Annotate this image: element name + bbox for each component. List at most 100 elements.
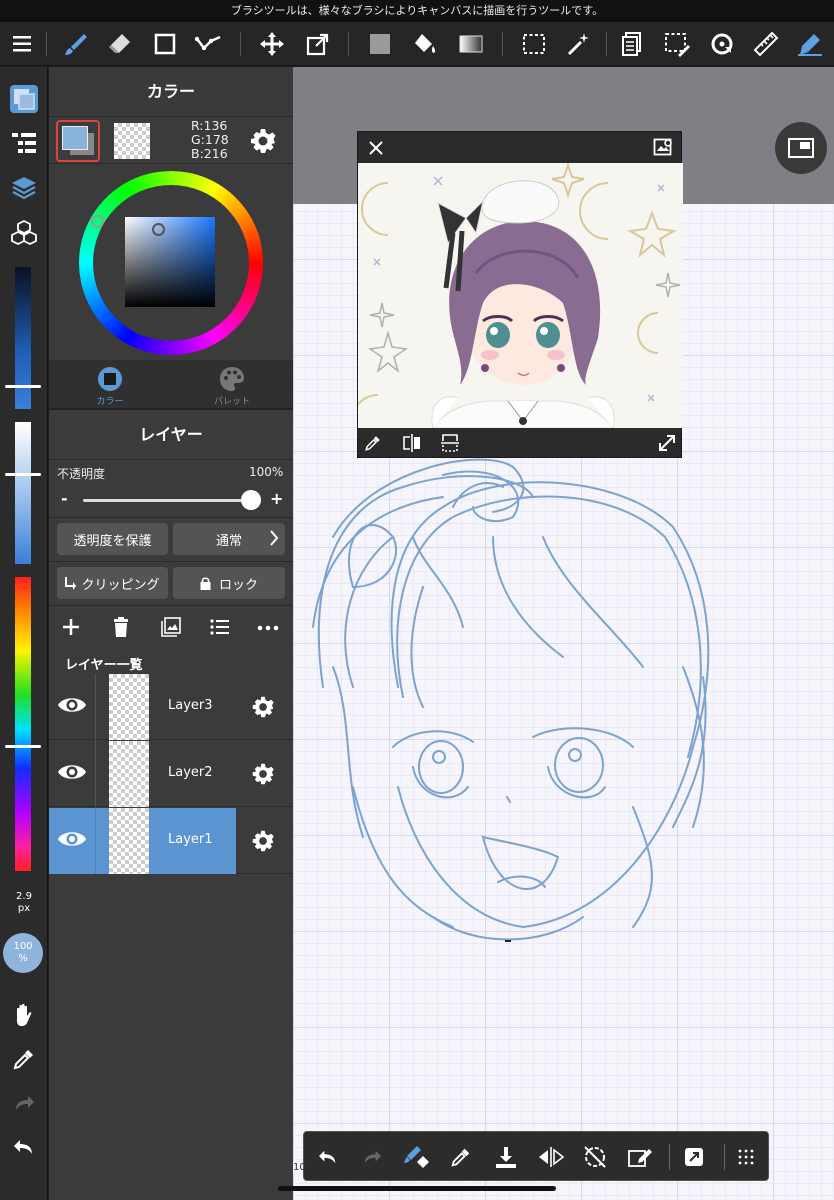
eye-icon[interactable]: [57, 828, 87, 850]
add-layer-icon[interactable]: [61, 617, 81, 637]
resize-handle-icon[interactable]: [657, 433, 677, 453]
rotate-icon[interactable]: [706, 28, 738, 60]
color-panel-title: カラー: [49, 67, 293, 117]
layer-thumbnail: [109, 741, 149, 807]
undo-button-icon[interactable]: [312, 1141, 344, 1173]
brush-tool-icon[interactable]: [60, 28, 92, 60]
fill-color-icon[interactable]: [364, 28, 396, 60]
color-swatches-row: R:136 G:178 B:216: [49, 118, 293, 164]
flip-horizontal-icon[interactable]: [402, 433, 422, 453]
protect-alpha-button[interactable]: 透明度を保護: [57, 523, 168, 555]
move-tool-icon[interactable]: [256, 28, 288, 60]
layer-settings-icon[interactable]: [251, 829, 275, 853]
copy-icon[interactable]: [616, 28, 648, 60]
flip-vertical-icon[interactable]: [440, 433, 460, 453]
layer-settings-icon[interactable]: [251, 762, 275, 786]
layer-name: Layer1: [168, 832, 213, 847]
eyedropper-icon[interactable]: [8, 1043, 40, 1075]
left-sidebar: 2.9 px 100 %: [0, 67, 48, 1200]
rotate-reset-icon[interactable]: [579, 1141, 611, 1173]
reference-window[interactable]: [357, 131, 683, 458]
tab-color[interactable]: カラー: [49, 360, 171, 408]
layer-thumbnail: [109, 808, 149, 874]
blend-mode-button[interactable]: 通常: [173, 523, 285, 555]
transform-tool-icon[interactable]: [302, 28, 334, 60]
rgb-green-value: G:178: [191, 132, 229, 147]
menu-icon[interactable]: [6, 28, 38, 60]
more-grid-icon[interactable]: [730, 1141, 762, 1173]
select-tool-icon[interactable]: [518, 28, 550, 60]
bottom-eyedropper-icon[interactable]: [445, 1141, 477, 1173]
layer-row-layer2[interactable]: Layer2: [49, 741, 293, 807]
redo-icon[interactable]: [8, 1087, 40, 1119]
sv-picker-handle[interactable]: [152, 223, 165, 236]
reference-image-select-icon[interactable]: [653, 137, 673, 157]
layer-opacity-slider[interactable]: [83, 499, 253, 502]
opacity-badge[interactable]: 100 %: [3, 933, 43, 973]
layer-panel-title: レイヤー: [49, 410, 293, 460]
layer-panel-toggle-icon[interactable]: [8, 172, 40, 204]
tab-color-label: カラー: [96, 397, 124, 407]
reference-eyedropper-icon[interactable]: [364, 434, 382, 452]
brush-size-value: 2.9: [16, 891, 32, 902]
layer-row-layer3[interactable]: Layer3: [49, 674, 293, 740]
tab-palette[interactable]: パレット: [171, 360, 293, 408]
eraser-tool-icon[interactable]: [104, 28, 136, 60]
eye-icon[interactable]: [57, 694, 87, 716]
opacity-plus-button[interactable]: +: [270, 489, 283, 508]
hue-handle[interactable]: [5, 745, 41, 748]
navigator-toggle-button[interactable]: [775, 122, 827, 174]
opacity-minus-button[interactable]: -: [61, 489, 68, 508]
layer-list-title: レイヤー一覧: [65, 658, 143, 673]
navigator-icon: [788, 138, 814, 158]
saturation-value-square[interactable]: [125, 217, 215, 307]
zoom-fragment: 10: [293, 1162, 306, 1173]
flip-canvas-icon[interactable]: [535, 1141, 567, 1173]
brush-list-icon[interactable]: [8, 127, 40, 159]
layer-row-layer1[interactable]: Layer1: [49, 808, 293, 874]
magic-wand-icon[interactable]: [562, 28, 594, 60]
select-pen-icon[interactable]: [661, 28, 693, 60]
edit-canvas-icon[interactable]: [624, 1141, 656, 1173]
opacity-handle[interactable]: [5, 473, 41, 476]
layer-image-icon[interactable]: [161, 617, 181, 637]
eye-icon[interactable]: [57, 761, 87, 783]
hand-tool-icon[interactable]: [8, 999, 40, 1031]
clipping-button[interactable]: クリッピング: [57, 567, 168, 599]
pen-settings-icon[interactable]: [794, 28, 826, 60]
clipping-icon: [65, 576, 77, 590]
home-indicator[interactable]: [278, 1186, 556, 1191]
foreground-swatch[interactable]: [56, 120, 100, 162]
line-tool-icon[interactable]: [193, 28, 225, 60]
color-settings-icon[interactable]: [249, 127, 277, 155]
layer-thumbnail: [109, 674, 149, 740]
delete-layer-icon[interactable]: [112, 617, 130, 637]
shape-tool-icon[interactable]: [149, 28, 181, 60]
layer-more-icon[interactable]: [257, 625, 279, 631]
materials-icon[interactable]: [8, 217, 40, 249]
brush-eraser-toggle-icon[interactable]: [401, 1141, 433, 1173]
hue-slider[interactable]: [15, 577, 31, 871]
rgb-red-value: R:136: [191, 118, 228, 133]
background-swatch[interactable]: [114, 123, 150, 159]
layer-opacity-handle[interactable]: [241, 490, 261, 510]
lock-button[interactable]: ロック: [173, 567, 285, 599]
export-icon[interactable]: [678, 1141, 710, 1173]
redo-button-icon[interactable]: [356, 1141, 388, 1173]
color-wheel[interactable]: [79, 171, 263, 355]
brush-size-unit: px: [17, 903, 31, 914]
close-icon[interactable]: [368, 140, 384, 156]
undo-icon[interactable]: [8, 1131, 40, 1163]
gradient-tool-icon[interactable]: [455, 28, 487, 60]
layer-name: Layer3: [168, 698, 213, 713]
ruler-icon[interactable]: [750, 28, 782, 60]
brush-size-handle[interactable]: [5, 385, 41, 388]
save-icon[interactable]: [490, 1141, 522, 1173]
layer-settings-icon[interactable]: [251, 695, 275, 719]
hue-picker-handle[interactable]: [91, 215, 104, 228]
bucket-tool-icon[interactable]: [409, 28, 441, 60]
reference-image: [358, 163, 683, 428]
opacity-slider[interactable]: [15, 422, 31, 564]
color-panel-toggle-icon[interactable]: [8, 83, 40, 115]
layer-list-icon[interactable]: [210, 619, 230, 635]
